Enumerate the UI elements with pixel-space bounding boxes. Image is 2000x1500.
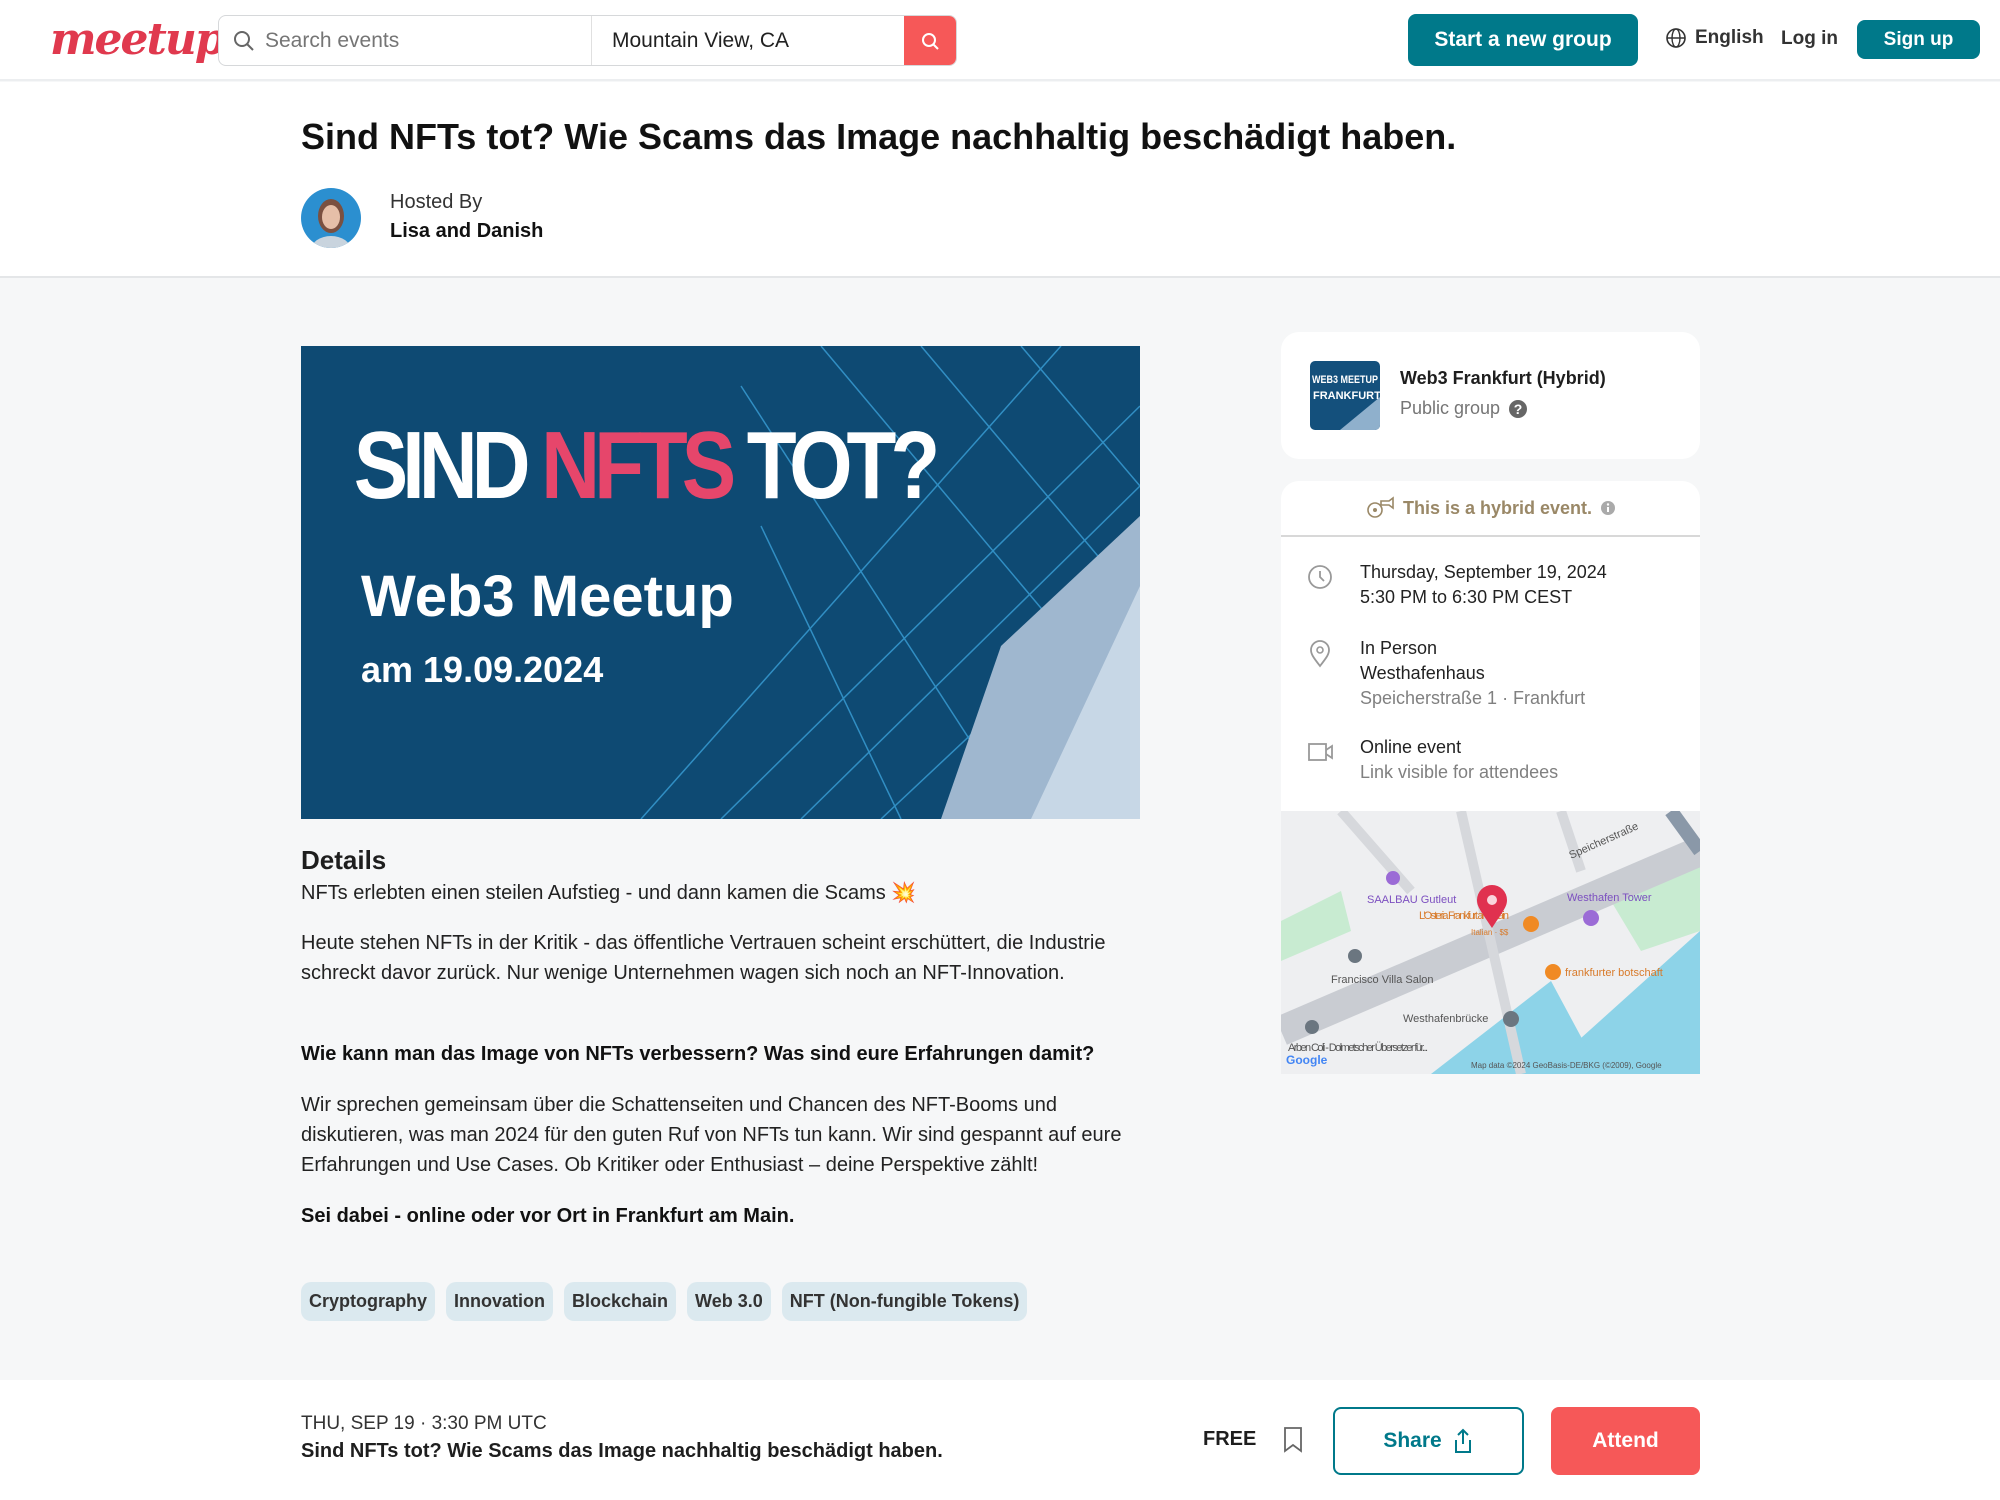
group-thumbnail[interactable]: WEB3 MEETUP FRANKFURT [1310,361,1380,430]
banner-text-web3: Web3 Meetup [361,564,734,629]
search-input[interactable]: Search events [219,16,592,65]
svg-text:SIND NFTS TOT?: SIND NFTS TOT? [354,411,941,519]
share-button[interactable]: Share [1333,1407,1524,1475]
hybrid-event-icon [1367,496,1394,518]
online-event-note: Link visible for attendees [1360,762,1559,782]
language-label: English [1695,27,1764,48]
map-poi-sub: Italian · $$ [1471,928,1509,937]
language-selector[interactable]: English [1665,27,1764,49]
online-event: Online event Link visible for attendees [1360,735,1558,785]
login-link[interactable]: Log in [1781,28,1838,50]
price-label: FREE [1203,1428,1257,1450]
sticky-action-bar [0,1380,2000,1500]
tag[interactable]: Cryptography [301,1282,436,1321]
start-new-group-button[interactable]: Start a new group [1408,14,1638,66]
map-attribution: Map data ©2024 GeoBasis-DE/BKG (©2009), … [1471,1061,1662,1070]
google-logo: Google [1286,1053,1328,1067]
banner-text-tot: TOT? [730,411,940,519]
banner-text-nfts: NFTS [541,411,736,519]
search-icon [922,33,939,50]
map-poi: frankfurter botschaft [1565,967,1663,979]
map-poi: Westhafenbrücke [1403,1013,1488,1025]
details-callout: Sei dabei - online oder vor Ort in Frank… [301,1205,795,1227]
video-camera-icon [1308,743,1333,761]
map-poi: SAALBAU Gutleut [1367,894,1456,906]
bottom-event-date: THU, SEP 19 · 3:30 PM UTC [301,1413,547,1434]
details-paragraph: Wir sprechen gemeinsam über die Schatten… [301,1094,1122,1176]
details-heading: Details [301,845,387,875]
online-event-label: Online event [1360,737,1462,757]
meetup-logo[interactable]: meetup [50,14,226,65]
bookmark-icon[interactable] [1282,1426,1304,1454]
hosted-by-label: Hosted By [390,191,483,213]
share-label: Share [1383,1429,1442,1452]
event-title: Sind NFTs tot? Wie Scams das Image nachh… [301,116,1457,157]
host-names[interactable]: Lisa and Danish [390,220,543,243]
search-bar: Search events Mountain View, CA [218,15,957,66]
group-type-label: Public group [1400,398,1501,418]
event-date: Thursday, September 19, 2024 [1360,562,1607,582]
attend-button[interactable]: Attend [1551,1407,1700,1475]
event-time: 5:30 PM to 6:30 PM CEST [1360,587,1573,607]
signup-button[interactable]: Sign up [1857,20,1980,59]
tag[interactable]: NFT (Non-fungible Tokens) [781,1282,1028,1321]
venue-map[interactable]: Speicherstraße SAALBAU Gutleut L'Osteria… [1281,811,1700,1074]
globe-icon [1666,28,1686,48]
group-name[interactable]: Web3 Frankfurt (Hybrid) [1400,368,1606,389]
help-icon[interactable]: ? [1508,399,1528,419]
clock-icon [1308,565,1332,589]
details-paragraph: Heute stehen NFTs in der Kritik - das öf… [301,932,1106,984]
details-paragraph: NFTs erlebten einen steilen Aufstieg - u… [301,882,917,904]
search-button[interactable] [904,16,956,65]
tag[interactable]: Blockchain [564,1282,677,1321]
group-type: Public group ? [1400,398,1528,419]
hybrid-notice: This is a hybrid event. [1281,493,1700,523]
host-photo [311,199,351,248]
event-datetime[interactable]: Thursday, September 19, 2024 5:30 PM to … [1360,560,1607,610]
divider [1281,535,1700,537]
banner-text-sind: SIND [354,411,548,519]
thumb-text: FRANKFURT [1313,390,1380,402]
in-person-label: In Person [1360,638,1438,658]
share-icon [1454,1428,1471,1453]
host-avatar[interactable] [301,188,361,248]
tag[interactable]: Web 3.0 [687,1282,771,1321]
event-banner-image: SIND NFTS TOT? Web3 Meetup am 19.09.2024 [301,346,1140,819]
location-pin-icon [1310,640,1330,668]
event-header [0,82,2000,278]
location-input[interactable]: Mountain View, CA [592,16,907,65]
venue-address: Speicherstraße 1 · Frankfurt [1360,688,1586,708]
tag[interactable]: Innovation [446,1282,554,1321]
search-icon [234,31,254,51]
event-location: In Person Westhafenhaus Speicherstraße 1… [1360,636,1585,711]
info-icon[interactable] [1600,500,1616,516]
hybrid-text: This is a hybrid event. [1402,497,1593,518]
search-placeholder: Search events [265,29,400,52]
map-poi: Francisco Villa Salon [1331,974,1434,986]
thumb-text: WEB3 MEETUP [1312,374,1378,386]
topic-tags: Cryptography Innovation Blockchain Web 3… [301,1282,1028,1321]
venue-name[interactable]: Westhafenhaus [1360,661,1585,686]
bottom-event-title: Sind NFTs tot? Wie Scams das Image nachh… [301,1440,943,1462]
location-value: Mountain View, CA [612,29,790,52]
details-question: Wie kann man das Image von NFTs verbesse… [301,1043,1095,1065]
banner-text-date: am 19.09.2024 [361,649,603,690]
svg-text:?: ? [1514,401,1523,417]
map-poi: Westhafen Tower [1567,892,1652,904]
